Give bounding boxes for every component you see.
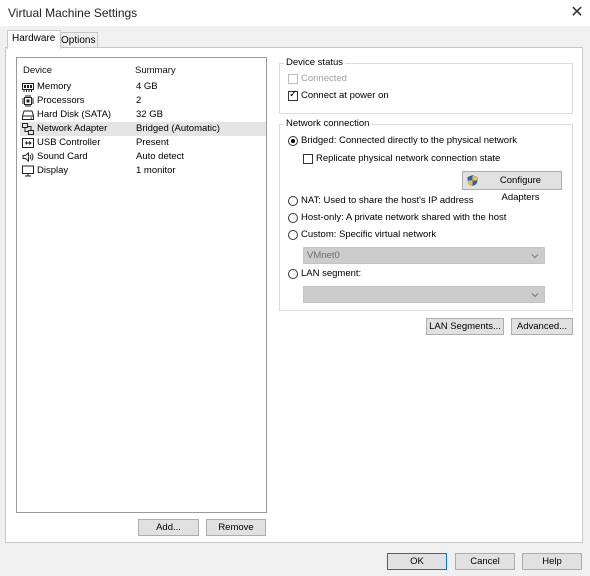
custom-label: Custom: Specific virtual network bbox=[301, 229, 437, 240]
nat-label: NAT: Used to share the host's IP address bbox=[301, 195, 474, 206]
usb-icon bbox=[22, 138, 34, 148]
processor-icon bbox=[22, 95, 34, 107]
configure-adapters-button[interactable]: Configure Adapters bbox=[462, 171, 562, 203]
ok-button[interactable]: OK bbox=[387, 553, 447, 570]
memory-icon bbox=[22, 83, 34, 92]
close-icon[interactable]: ✕ bbox=[566, 2, 588, 24]
remove-button[interactable]: Remove bbox=[206, 519, 266, 536]
custom-radio[interactable] bbox=[288, 230, 298, 240]
help-button[interactable]: Help bbox=[522, 553, 582, 570]
tab-hardware[interactable]: Hardware bbox=[7, 30, 61, 49]
nat-radio[interactable] bbox=[288, 196, 298, 206]
network-connection-title: Network connection bbox=[284, 118, 372, 129]
device-name: Display bbox=[37, 165, 69, 176]
device-name: Memory bbox=[37, 81, 72, 92]
list-item-hard-disk[interactable]: Hard Disk (SATA) 32 GB bbox=[20, 108, 266, 122]
list-item-memory[interactable]: Memory 4 GB bbox=[20, 80, 266, 94]
host-only-label: Host-only: A private network shared with… bbox=[301, 212, 507, 223]
device-summary: 1 monitor bbox=[136, 165, 176, 176]
device-summary: 32 GB bbox=[136, 109, 163, 120]
list-item-network-adapter[interactable]: Network Adapter Bridged (Automatic) bbox=[20, 122, 266, 136]
chevron-down-icon bbox=[531, 293, 539, 298]
list-item-usb-controller[interactable]: USB Controller Present bbox=[20, 136, 266, 150]
device-name: Processors bbox=[37, 95, 85, 106]
summary-column-header: Summary bbox=[135, 65, 176, 76]
radio-selected-dot bbox=[291, 139, 295, 143]
connected-checkbox[interactable] bbox=[288, 74, 298, 84]
list-item-display[interactable]: Display 1 monitor bbox=[20, 164, 266, 178]
vmnet-select[interactable]: VMnet0 bbox=[303, 247, 545, 264]
lan-segment-select[interactable] bbox=[303, 286, 545, 303]
cancel-button[interactable]: Cancel bbox=[455, 553, 515, 570]
chevron-down-icon bbox=[531, 254, 539, 259]
device-list[interactable]: Device Summary Memory 4 GB Processors 2 … bbox=[16, 57, 267, 513]
replicate-state-label: Replicate physical network connection st… bbox=[316, 153, 501, 164]
list-item-processors[interactable]: Processors 2 bbox=[20, 94, 266, 108]
replicate-state-checkbox[interactable] bbox=[303, 154, 313, 164]
speaker-icon bbox=[22, 151, 34, 163]
device-column-header: Device bbox=[23, 65, 53, 76]
monitor-icon bbox=[22, 165, 34, 177]
shield-icon bbox=[467, 175, 478, 186]
bridged-label: Bridged: Connected directly to the physi… bbox=[301, 135, 517, 146]
connected-label: Connected bbox=[301, 73, 347, 84]
device-summary: 4 GB bbox=[136, 81, 158, 92]
tab-options-label: Options bbox=[61, 35, 96, 46]
lan-segments-button[interactable]: LAN Segments... bbox=[426, 318, 504, 335]
bridged-radio[interactable] bbox=[288, 136, 298, 146]
vmnet-value: VMnet0 bbox=[307, 250, 340, 261]
tab-hardware-label: Hardware bbox=[12, 33, 56, 44]
add-button[interactable]: Add... bbox=[138, 519, 199, 536]
device-summary: 2 bbox=[136, 95, 142, 106]
lan-segment-radio[interactable] bbox=[288, 269, 298, 279]
device-summary: Auto detect bbox=[136, 151, 185, 162]
device-name: Hard Disk (SATA) bbox=[37, 109, 112, 120]
configure-adapters-label: Configure Adapters bbox=[499, 175, 542, 203]
advanced-button[interactable]: Advanced... bbox=[511, 318, 573, 335]
window-title: Virtual Machine Settings bbox=[8, 6, 138, 20]
checkmark-icon: ✓ bbox=[289, 89, 298, 100]
device-name: Network Adapter bbox=[37, 123, 108, 134]
device-name: Sound Card bbox=[37, 151, 88, 162]
hard-disk-icon bbox=[22, 110, 34, 120]
device-status-title: Device status bbox=[284, 57, 346, 68]
list-item-sound-card[interactable]: Sound Card Auto detect bbox=[20, 150, 266, 164]
network-adapter-icon bbox=[22, 123, 34, 135]
lan-segment-label: LAN segment: bbox=[301, 268, 362, 279]
device-summary: Present bbox=[136, 137, 169, 148]
connect-at-power-on-checkbox[interactable]: ✓ bbox=[288, 89, 298, 101]
device-name: USB Controller bbox=[37, 137, 101, 148]
device-summary: Bridged (Automatic) bbox=[136, 123, 220, 134]
device-status-group bbox=[279, 63, 573, 114]
host-only-radio[interactable] bbox=[288, 213, 298, 223]
connect-at-power-on-label: Connect at power on bbox=[301, 90, 389, 101]
